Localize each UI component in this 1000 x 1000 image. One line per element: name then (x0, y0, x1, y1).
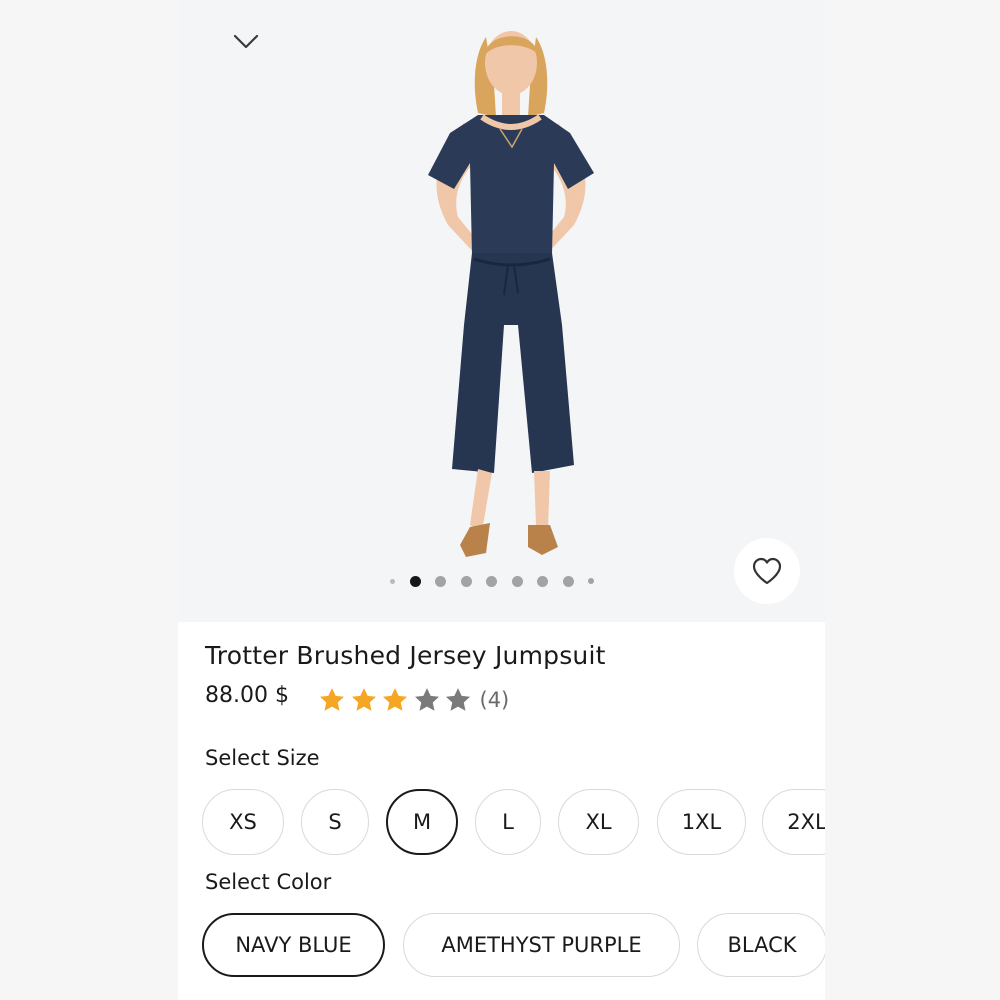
gallery-dot[interactable] (588, 578, 594, 584)
star-icon (351, 688, 376, 711)
gallery-dot[interactable] (537, 575, 548, 587)
collapse-button[interactable] (228, 24, 264, 60)
gallery-dot[interactable] (460, 575, 472, 587)
gallery-dot[interactable] (390, 578, 395, 584)
size-option-s[interactable]: S (301, 789, 369, 855)
color-option-amethyst-purple[interactable]: AMETHYST PURPLE (403, 913, 680, 977)
star-empty-icon (446, 688, 470, 711)
star-icon (320, 688, 344, 711)
gallery-dot[interactable] (435, 575, 446, 587)
product-image-area[interactable] (178, 0, 825, 622)
star-empty-icon (414, 688, 439, 711)
size-section-label: Select Size (205, 746, 320, 770)
size-option-2xl[interactable]: 2XL (762, 789, 825, 855)
favorite-button[interactable] (734, 538, 800, 604)
product-rating[interactable]: (4) (317, 685, 509, 715)
gallery-pagination (390, 575, 594, 587)
size-option-xl[interactable]: XL (558, 789, 639, 855)
product-screen: Trotter Brushed Jersey Jumpsuit 88.00 $ … (178, 0, 825, 1000)
size-option-m[interactable]: M (386, 789, 458, 855)
color-option-navy-blue[interactable]: NAVY BLUE (202, 913, 385, 977)
gallery-dot[interactable] (486, 575, 497, 587)
product-price: 88.00 $ (205, 683, 289, 708)
star-icon (383, 688, 407, 711)
gallery-dot[interactable] (562, 575, 574, 587)
size-option-l[interactable]: L (475, 789, 541, 855)
heart-outline-icon (752, 557, 782, 585)
review-count[interactable]: (4) (480, 688, 510, 712)
color-option-black[interactable]: BLACK (697, 913, 825, 977)
color-section-label: Select Color (205, 870, 332, 894)
product-photo (428, 31, 594, 557)
chevron-down-icon (233, 34, 259, 49)
size-option-xs[interactable]: XS (202, 789, 284, 855)
gallery-dot[interactable] (511, 575, 523, 587)
product-title: Trotter Brushed Jersey Jumpsuit (205, 641, 606, 670)
gallery-dot-active[interactable] (409, 575, 421, 587)
size-option-1xl[interactable]: 1XL (657, 789, 746, 855)
